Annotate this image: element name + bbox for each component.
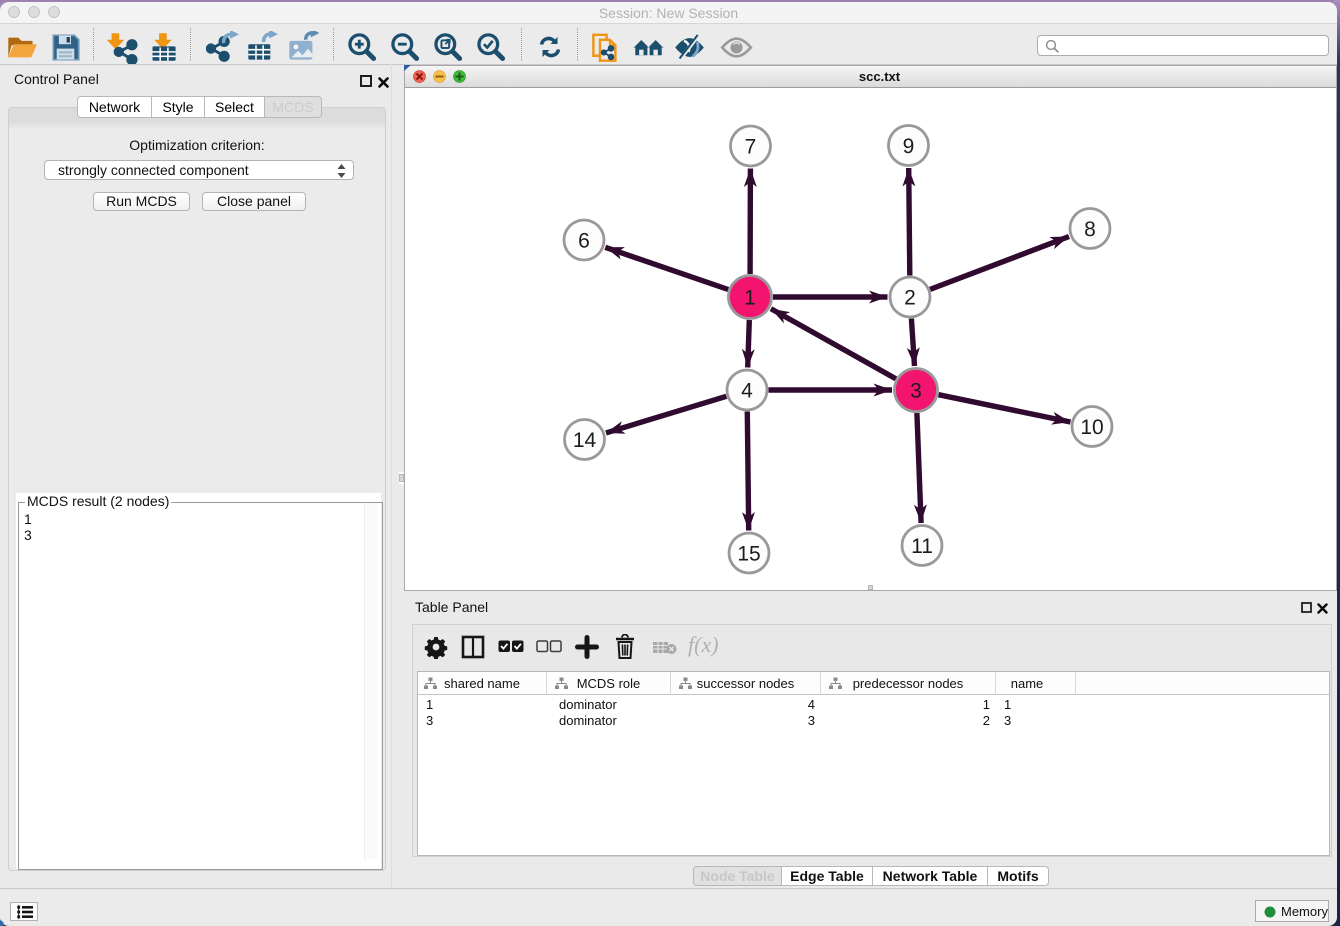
svg-text:15: 15 [737, 543, 760, 566]
svg-text:11: 11 [911, 535, 933, 558]
svg-text:8: 8 [1084, 218, 1096, 241]
svg-text:4: 4 [741, 380, 753, 403]
svg-text:6: 6 [578, 230, 590, 253]
svg-text:10: 10 [1080, 416, 1103, 439]
svg-text:9: 9 [903, 135, 915, 158]
svg-text:2: 2 [904, 287, 916, 310]
svg-text:7: 7 [745, 136, 757, 159]
svg-text:14: 14 [573, 429, 597, 452]
svg-text:1: 1 [744, 287, 756, 310]
svg-text:3: 3 [910, 380, 922, 403]
